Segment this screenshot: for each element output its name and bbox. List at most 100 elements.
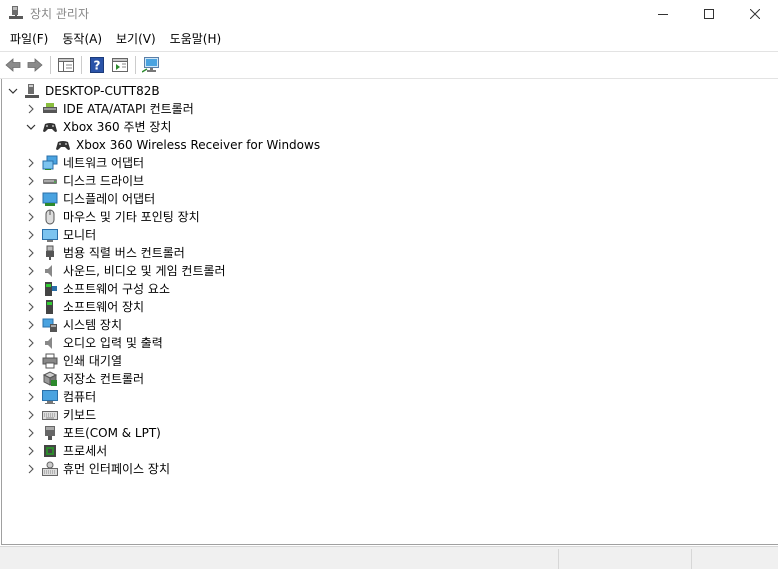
maximize-button[interactable] — [686, 0, 732, 28]
toolbar-separator — [50, 56, 51, 74]
tree-item-label: 소프트웨어 장치 — [63, 300, 145, 314]
chevron-right-icon[interactable] — [25, 298, 37, 316]
tree-item-label: 키보드 — [63, 408, 97, 422]
chevron-right-icon[interactable] — [25, 334, 37, 352]
show-hide-console-tree-button[interactable] — [57, 56, 75, 74]
chevron-right-icon[interactable] — [25, 172, 37, 190]
tree-item-keyboard[interactable]: 키보드 — [25, 406, 96, 424]
back-button[interactable] — [4, 56, 22, 74]
tree-item-ports[interactable]: 포트(COM & LPT) — [25, 424, 161, 442]
tree-item-label: 마우스 및 기타 포인팅 장치 — [63, 210, 200, 224]
window-title: 장치 관리자 — [30, 7, 90, 21]
hid-icon — [42, 461, 58, 477]
device-manager-app-icon — [8, 5, 24, 21]
chevron-right-icon[interactable] — [25, 406, 37, 424]
software-device-icon — [42, 299, 58, 315]
chevron-right-icon[interactable] — [25, 154, 37, 172]
tree-item-label: 범용 직렬 버스 컨트롤러 — [63, 246, 185, 260]
tree-item-network[interactable]: 네트워크 어댑터 — [25, 154, 144, 172]
forward-button[interactable] — [26, 56, 44, 74]
scan-hardware-button[interactable] — [142, 56, 160, 74]
menu-bar: 파일(F) 동작(A) 보기(V) 도움말(H) — [0, 28, 778, 50]
chevron-right-icon[interactable] — [25, 442, 37, 460]
toolbar-separator — [81, 56, 82, 74]
device-tree[interactable]: DESKTOP-CUTT82B IDE ATA/ATAPI 컨트롤러 Xbox … — [1, 79, 778, 545]
tree-item-audio-io[interactable]: 오디오 입력 및 출력 — [25, 334, 163, 352]
chevron-right-icon[interactable] — [25, 208, 37, 226]
tree-item-label: 네트워크 어댑터 — [63, 156, 145, 170]
software-component-icon — [42, 281, 58, 297]
tree-item-monitor[interactable]: 모니터 — [25, 226, 96, 244]
chevron-right-icon[interactable] — [25, 388, 37, 406]
tree-item-label: 저장소 컨트롤러 — [63, 372, 145, 386]
tree-item-label: Xbox 360 Wireless Receiver for Windows — [76, 138, 321, 152]
tree-item-hid[interactable]: 휴먼 인터페이스 장치 — [25, 460, 170, 478]
tree-item-label: 디스플레이 어댑터 — [63, 192, 156, 206]
maximize-icon — [704, 9, 714, 19]
tree-item-display[interactable]: 디스플레이 어댑터 — [25, 190, 155, 208]
tree-item-xbox[interactable]: Xbox 360 주변 장치 — [25, 118, 171, 136]
tree-item-label: Xbox 360 주변 장치 — [63, 120, 172, 134]
chevron-right-icon[interactable] — [25, 280, 37, 298]
minimize-button[interactable] — [640, 0, 686, 28]
display-adapter-icon — [42, 191, 58, 207]
arrow-right-icon — [27, 58, 43, 72]
speaker-icon — [42, 335, 58, 351]
tree-item-disk[interactable]: 디스크 드라이브 — [25, 172, 144, 190]
close-icon — [750, 9, 760, 19]
tree-item-label: 컴퓨터 — [63, 390, 97, 404]
tree-root-computer[interactable]: DESKTOP-CUTT82B — [7, 82, 160, 100]
tree-item-software-component[interactable]: 소프트웨어 구성 요소 — [25, 280, 170, 298]
chevron-right-icon[interactable] — [25, 226, 37, 244]
tree-item-label: 디스크 드라이브 — [63, 174, 145, 188]
console-tree-icon — [58, 58, 74, 72]
menu-action[interactable]: 동작(A) — [55, 28, 109, 50]
toolbar-separator — [135, 56, 136, 74]
chevron-down-icon[interactable] — [7, 82, 19, 100]
chevron-right-icon[interactable] — [25, 244, 37, 262]
tree-item-xbox-receiver[interactable]: Xbox 360 Wireless Receiver for Windows — [55, 136, 320, 154]
svg-text:?: ? — [94, 59, 101, 73]
menu-help[interactable]: 도움말(H) — [163, 28, 229, 50]
usb-plug-icon — [42, 245, 58, 261]
tree-item-usb[interactable]: 범용 직렬 버스 컨트롤러 — [25, 244, 185, 262]
chevron-right-icon[interactable] — [25, 262, 37, 280]
tree-item-processor[interactable]: 프로세서 — [25, 442, 107, 460]
chevron-right-icon[interactable] — [25, 370, 37, 388]
speaker-icon — [42, 263, 58, 279]
tree-item-label: 모니터 — [63, 228, 97, 242]
menu-view[interactable]: 보기(V) — [109, 28, 163, 50]
chevron-down-icon[interactable] — [25, 118, 37, 136]
tree-item-print-queue[interactable]: 인쇄 대기열 — [25, 352, 122, 370]
properties-pane-button[interactable] — [111, 56, 129, 74]
chevron-right-icon[interactable] — [25, 100, 37, 118]
tree-item-software-device[interactable]: 소프트웨어 장치 — [25, 298, 144, 316]
tree-item-label: IDE ATA/ATAPI 컨트롤러 — [63, 102, 194, 116]
chevron-right-icon[interactable] — [25, 190, 37, 208]
chevron-right-icon[interactable] — [25, 424, 37, 442]
minimize-icon — [658, 14, 668, 15]
storage-controller-icon — [42, 371, 58, 387]
monitor-scan-icon — [142, 57, 159, 73]
computer-tower-icon — [24, 83, 40, 99]
tree-item-computer[interactable]: 컴퓨터 — [25, 388, 96, 406]
chevron-right-icon[interactable] — [25, 316, 37, 334]
help-button[interactable]: ? — [88, 56, 106, 74]
tree-item-label: 휴먼 인터페이스 장치 — [63, 462, 170, 476]
help-icon: ? — [90, 57, 104, 73]
tree-item-sound[interactable]: 사운드, 비디오 및 게임 컨트롤러 — [25, 262, 226, 280]
tree-item-ide[interactable]: IDE ATA/ATAPI 컨트롤러 — [25, 100, 194, 118]
ide-controller-icon — [42, 101, 58, 117]
close-button[interactable] — [732, 0, 778, 28]
tree-item-label: 오디오 입력 및 출력 — [63, 336, 163, 350]
chevron-right-icon[interactable] — [25, 352, 37, 370]
computer-monitor-icon — [42, 389, 58, 405]
tree-item-label: 소프트웨어 구성 요소 — [63, 282, 170, 296]
chevron-right-icon[interactable] — [25, 460, 37, 478]
system-devices-icon — [42, 317, 58, 333]
tree-item-storage[interactable]: 저장소 컨트롤러 — [25, 370, 144, 388]
tree-item-system[interactable]: 시스템 장치 — [25, 316, 122, 334]
printer-icon — [42, 353, 58, 369]
tree-item-mouse[interactable]: 마우스 및 기타 포인팅 장치 — [25, 208, 200, 226]
menu-file[interactable]: 파일(F) — [3, 28, 55, 50]
